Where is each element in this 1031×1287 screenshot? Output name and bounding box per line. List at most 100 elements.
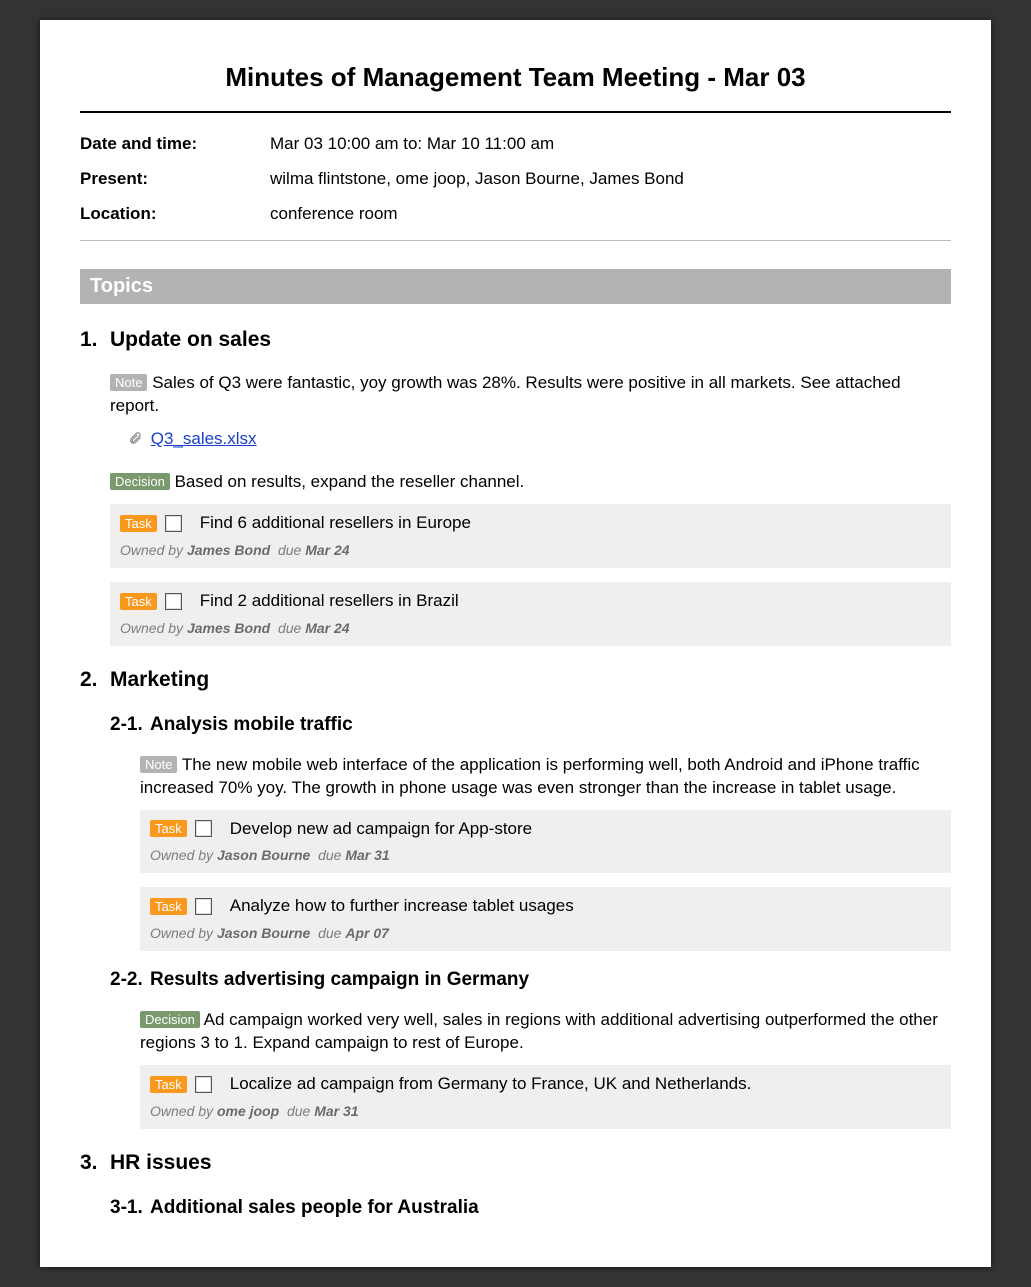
task-header-row: Task Analyze how to further increase tab… (150, 895, 941, 918)
topic-1-attachment-row: Q3_sales.xlsx (128, 428, 951, 453)
topic-2-1-task-2: Task Analyze how to further increase tab… (140, 887, 951, 951)
topic-3-1-heading: 3-1.Additional sales people for Australi… (110, 1195, 951, 1221)
meta-row-present: Present: wilma flintstone, ome joop, Jas… (80, 162, 951, 197)
task-due: Apr 07 (345, 925, 389, 941)
meta-label-date: Date and time: (80, 133, 270, 156)
topic-2-1-number: 2-1. (110, 712, 150, 738)
topic-3-1-title: Additional sales people for Australia (150, 1197, 479, 1218)
task-checkbox[interactable] (195, 898, 212, 915)
task-tag: Task (150, 898, 187, 915)
task-header-row: Task Localize ad campaign from Germany t… (150, 1073, 941, 1096)
task-owner: Jason Bourne (217, 925, 310, 941)
note-tag: Note (110, 374, 147, 391)
task-due: Mar 31 (345, 847, 389, 863)
task-checkbox[interactable] (195, 1076, 212, 1093)
topic-3-number: 3. (80, 1149, 110, 1177)
topics-heading-bar: Topics (80, 269, 951, 304)
topic-2-2-decision: Decision Ad campaign worked very well, s… (140, 1009, 951, 1055)
meta-rule (80, 240, 951, 241)
task-title: Localize ad campaign from Germany to Fra… (230, 1073, 752, 1096)
task-owner: ome joop (217, 1103, 279, 1119)
topic-1-task-2: Task Find 2 additional resellers in Braz… (110, 582, 951, 646)
meta-value-present: wilma flintstone, ome joop, Jason Bourne… (270, 168, 951, 191)
owned-by-label: Owned by (150, 925, 217, 941)
task-tag: Task (150, 820, 187, 837)
title-rule (80, 111, 951, 113)
task-header-row: Task Find 2 additional resellers in Braz… (120, 590, 941, 613)
owned-by-label: Owned by (150, 1103, 217, 1119)
attachment-link[interactable]: Q3_sales.xlsx (151, 429, 257, 448)
document-title: Minutes of Management Team Meeting - Mar… (80, 60, 951, 95)
topic-2-1-heading: 2-1.Analysis mobile traffic (110, 712, 951, 738)
topic-2-1-title: Analysis mobile traffic (150, 714, 353, 735)
topic-3-heading: 3.HR issues (80, 1149, 951, 1177)
owned-by-label: Owned by (120, 620, 187, 636)
task-title: Find 6 additional resellers in Europe (200, 512, 471, 535)
task-header-row: Task Find 6 additional resellers in Euro… (120, 512, 941, 535)
topic-1-decision-text: Based on results, expand the reseller ch… (175, 472, 525, 491)
topic-3-title: HR issues (110, 1151, 212, 1174)
task-title: Develop new ad campaign for App-store (230, 818, 532, 841)
task-owner: James Bond (187, 620, 270, 636)
meta-row-location: Location: conference room (80, 197, 951, 232)
task-due: Mar 24 (305, 620, 349, 636)
document-page: Minutes of Management Team Meeting - Mar… (40, 20, 991, 1267)
task-checkbox[interactable] (195, 820, 212, 837)
topic-2-title: Marketing (110, 668, 209, 691)
due-label: due (318, 925, 345, 941)
topic-2-2-body: Decision Ad campaign worked very well, s… (140, 1009, 951, 1129)
meta-label-present: Present: (80, 168, 270, 191)
task-meta: Owned by James Bond due Mar 24 (120, 541, 941, 560)
topic-2-2-title: Results advertising campaign in Germany (150, 969, 529, 990)
topic-2-2-task-1: Task Localize ad campaign from Germany t… (140, 1065, 951, 1129)
decision-tag: Decision (110, 473, 170, 490)
task-due: Mar 24 (305, 542, 349, 558)
task-meta: Owned by ome joop due Mar 31 (150, 1102, 941, 1121)
task-checkbox[interactable] (165, 593, 182, 610)
task-tag: Task (120, 515, 157, 532)
meta-label-location: Location: (80, 203, 270, 226)
task-checkbox[interactable] (165, 515, 182, 532)
topic-2-1-body: Note The new mobile web interface of the… (140, 754, 951, 952)
topic-1-title: Update on sales (110, 328, 271, 351)
topic-2-1-task-1: Task Develop new ad campaign for App-sto… (140, 810, 951, 874)
task-tag: Task (120, 593, 157, 610)
topic-2-2-number: 2-2. (110, 967, 150, 993)
topic-1-heading: 1.Update on sales (80, 326, 951, 354)
owned-by-label: Owned by (150, 847, 217, 863)
topic-2-heading: 2.Marketing (80, 666, 951, 694)
task-meta: Owned by Jason Bourne due Mar 31 (150, 846, 941, 865)
paperclip-icon (128, 430, 142, 453)
due-label: due (278, 620, 305, 636)
task-meta: Owned by James Bond due Mar 24 (120, 619, 941, 638)
task-header-row: Task Develop new ad campaign for App-sto… (150, 818, 941, 841)
task-due: Mar 31 (314, 1103, 358, 1119)
topic-1-task-1: Task Find 6 additional resellers in Euro… (110, 504, 951, 568)
due-label: due (278, 542, 305, 558)
topic-1-decision: Decision Based on results, expand the re… (110, 471, 951, 494)
decision-tag: Decision (140, 1011, 200, 1028)
task-owner: Jason Bourne (217, 847, 310, 863)
task-title: Find 2 additional resellers in Brazil (200, 590, 459, 613)
topic-1-note-text: Sales of Q3 were fantastic, yoy growth w… (110, 373, 901, 415)
topic-2-2-heading: 2-2.Results advertising campaign in Germ… (110, 967, 951, 993)
topic-1-number: 1. (80, 326, 110, 354)
due-label: due (318, 847, 345, 863)
topic-2-1-note-text: The new mobile web interface of the appl… (140, 755, 920, 797)
task-meta: Owned by Jason Bourne due Apr 07 (150, 924, 941, 943)
topic-2-number: 2. (80, 666, 110, 694)
note-tag: Note (140, 756, 177, 773)
topic-3-1-number: 3-1. (110, 1195, 150, 1221)
task-owner: James Bond (187, 542, 270, 558)
task-tag: Task (150, 1076, 187, 1093)
topic-2-1-note: Note The new mobile web interface of the… (140, 754, 951, 800)
due-label: due (287, 1103, 314, 1119)
topic-2-2-decision-text: Ad campaign worked very well, sales in r… (140, 1010, 938, 1052)
meta-row-date: Date and time: Mar 03 10:00 am to: Mar 1… (80, 127, 951, 162)
task-title: Analyze how to further increase tablet u… (230, 895, 574, 918)
meta-value-date: Mar 03 10:00 am to: Mar 10 11:00 am (270, 133, 951, 156)
meta-value-location: conference room (270, 203, 951, 226)
topic-1-body: Note Sales of Q3 were fantastic, yoy gro… (110, 372, 951, 645)
topic-1-note: Note Sales of Q3 were fantastic, yoy gro… (110, 372, 951, 418)
owned-by-label: Owned by (120, 542, 187, 558)
